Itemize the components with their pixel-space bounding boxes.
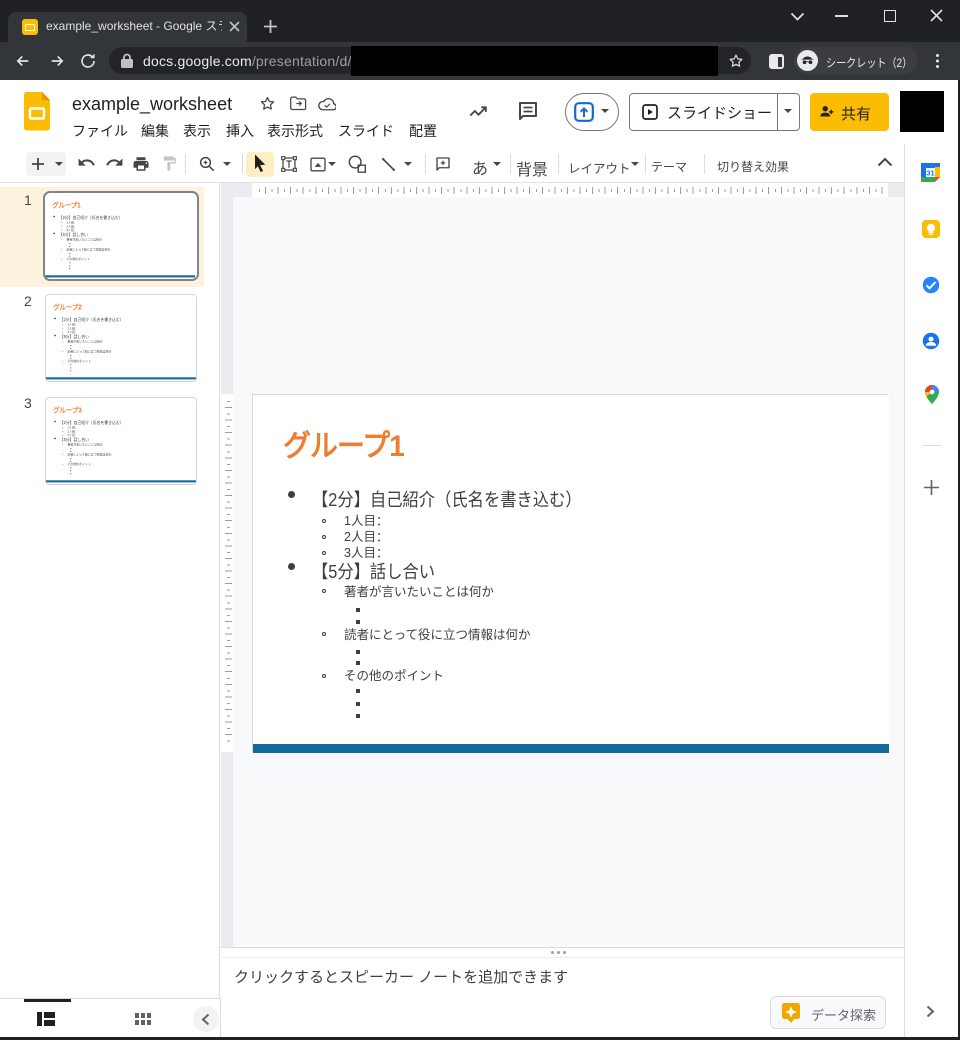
svg-text:31: 31 — [926, 168, 934, 177]
